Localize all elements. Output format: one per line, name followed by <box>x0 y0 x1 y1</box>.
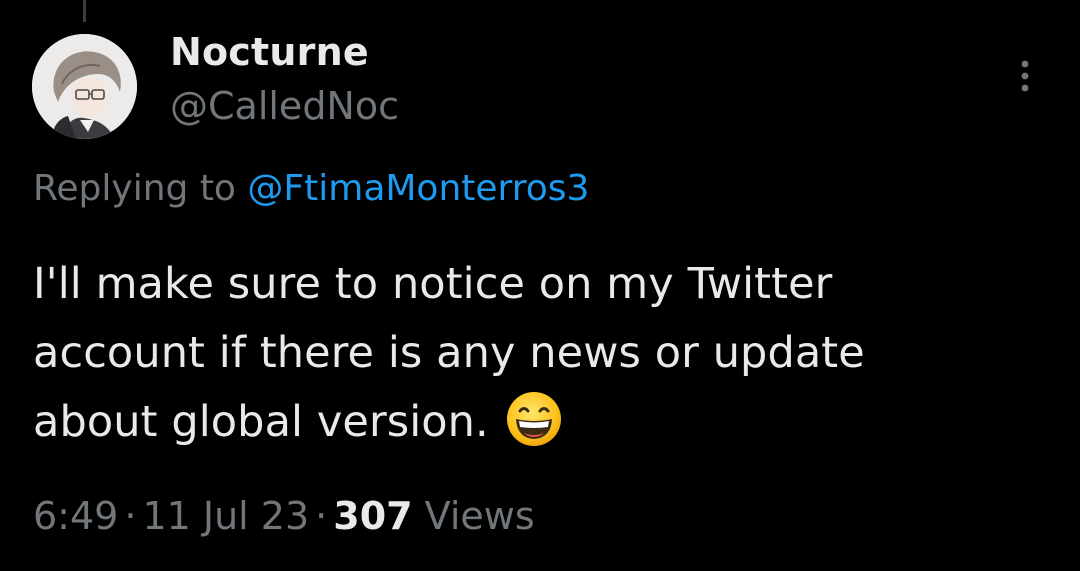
views-count[interactable]: 307 <box>333 494 412 538</box>
replying-to-label: Replying to <box>33 168 236 209</box>
tweet-body-line-last: about global version. <box>33 388 1043 457</box>
tweet-body-line-text: about global version. <box>33 397 489 447</box>
tweet-body-line: account if there is any news or update <box>33 328 865 378</box>
meta-separator: · <box>124 494 137 538</box>
replying-to-line: Replying to @FtimaMonterros3 <box>33 168 589 209</box>
author-display-name[interactable]: Nocturne <box>170 30 369 74</box>
more-vertical-icon <box>1021 60 1029 92</box>
author-handle[interactable]: @CalledNoc <box>170 84 399 128</box>
tweet-body: I'll make sure to notice on my Twitter a… <box>33 250 1043 457</box>
meta-separator: · <box>315 494 328 538</box>
tweet-body-line: I'll make sure to notice on my Twitter <box>33 259 833 309</box>
grinning-squinting-face-emoji <box>505 390 563 448</box>
views-label[interactable]: Views <box>425 494 535 538</box>
more-options-button[interactable] <box>1005 56 1045 96</box>
tweet-time[interactable]: 6:49 <box>33 494 118 538</box>
thread-connector-line <box>83 0 86 22</box>
tweet-date[interactable]: 11 Jul 23 <box>142 494 309 538</box>
avatar[interactable] <box>32 34 137 139</box>
emoji-icon <box>506 392 561 446</box>
reply-mention-link[interactable]: @FtimaMonterros3 <box>247 168 589 209</box>
tweet-meta: 6:49 · 11 Jul 23 · 307 Views <box>33 494 535 538</box>
avatar-illustration <box>32 34 137 139</box>
tweet-card: Nocturne @CalledNoc Replying to @FtimaMo… <box>0 0 1080 571</box>
